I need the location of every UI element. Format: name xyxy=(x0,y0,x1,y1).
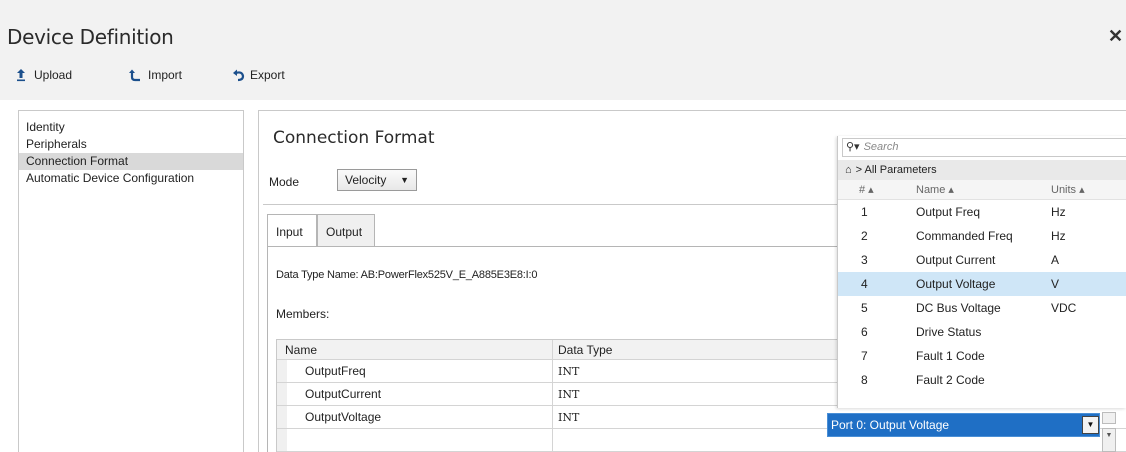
param-name: Commanded Freq xyxy=(916,229,1013,243)
param-number: 1 xyxy=(861,205,868,219)
param-name: Output Freq xyxy=(916,205,981,219)
home-icon[interactable]: ⌂ xyxy=(845,164,852,176)
param-units: A xyxy=(1051,253,1060,267)
param-number: 2 xyxy=(861,229,868,243)
list-item[interactable]: 5 DC Bus Voltage VDC xyxy=(838,296,1126,320)
param-name: Drive Status xyxy=(916,325,982,339)
member-name: OutputFreq xyxy=(277,360,553,382)
sidebar-nav: Identity Peripherals Connection Format A… xyxy=(18,110,244,452)
member-type: INT xyxy=(558,388,580,401)
data-type-name: Data Type Name: AB:PowerFlex525V_E_A885E… xyxy=(276,269,538,281)
import-icon xyxy=(128,68,142,82)
list-item-selected[interactable]: 4 Output Voltage V xyxy=(838,272,1126,296)
sidebar-item-peripherals[interactable]: Peripherals xyxy=(19,136,243,153)
port-select-input[interactable]: Port 0: Output Voltage xyxy=(827,413,1100,437)
title-bar: Device Definition ✕ Upload Import Export xyxy=(0,0,1126,100)
param-name: DC Bus Voltage xyxy=(916,301,1001,315)
sidebar-item-automatic-device-configuration[interactable]: Automatic Device Configuration xyxy=(19,170,243,187)
search-icon: ⚲▾ xyxy=(846,141,860,153)
close-icon[interactable]: ✕ xyxy=(1108,26,1123,47)
list-item[interactable]: 3 Output Current A xyxy=(838,248,1126,272)
upload-label: Upload xyxy=(34,68,73,82)
search-placeholder: Search xyxy=(863,141,899,153)
import-button[interactable]: Import xyxy=(128,68,182,82)
mode-value: Velocity xyxy=(345,173,387,187)
sidebar-item-connection-format[interactable]: Connection Format xyxy=(19,153,243,170)
param-units: Hz xyxy=(1051,229,1066,243)
member-name: OutputVoltage xyxy=(277,406,553,428)
scroll-down-icon[interactable]: ▼ xyxy=(1102,428,1116,452)
search-input[interactable]: ⚲▾ Search xyxy=(842,138,1126,157)
chevron-down-icon[interactable]: ▼ xyxy=(1082,416,1099,434)
upload-icon xyxy=(14,68,28,82)
param-units: V xyxy=(1051,277,1060,291)
list-item[interactable]: 6 Drive Status xyxy=(838,320,1126,344)
param-units: Hz xyxy=(1051,205,1066,219)
parameter-picker-popup: ⚲▾ Search ⌂ > All Parameters # ▴ Name ▴ Un… xyxy=(837,136,1126,408)
list-item[interactable]: 8 Fault 2 Code xyxy=(838,368,1126,392)
param-name: Fault 2 Code xyxy=(916,373,985,387)
upload-button[interactable]: Upload xyxy=(14,68,72,82)
param-number: 7 xyxy=(861,349,868,363)
members-label: Members: xyxy=(276,307,330,321)
column-header-number[interactable]: # ▴ xyxy=(859,180,874,200)
sidebar-item-identity[interactable]: Identity xyxy=(19,119,243,136)
member-type: INT xyxy=(558,365,580,378)
export-button[interactable]: Export xyxy=(232,68,285,82)
param-table-header: # ▴ Name ▴ Units ▴ xyxy=(838,180,1126,200)
param-units: VDC xyxy=(1051,301,1077,315)
member-name: OutputCurrent xyxy=(277,383,553,405)
member-name xyxy=(277,429,553,451)
export-label: Export xyxy=(250,68,285,82)
member-type: INT xyxy=(558,411,580,424)
scrollbar-thumb[interactable] xyxy=(1102,412,1116,424)
param-number: 3 xyxy=(861,253,868,267)
breadcrumb: ⌂ > All Parameters xyxy=(838,160,1126,180)
column-header-units[interactable]: Units ▴ xyxy=(1051,180,1085,200)
list-item[interactable]: 1 Output Freq Hz xyxy=(838,200,1126,224)
param-number: 6 xyxy=(861,325,868,339)
column-header-data-type[interactable]: Data Type xyxy=(554,340,612,359)
column-header-name[interactable]: Name ▴ xyxy=(916,180,954,200)
tab-input[interactable]: Input xyxy=(267,214,317,247)
member-type xyxy=(554,429,558,451)
param-name: Output Current xyxy=(916,253,996,267)
export-icon xyxy=(232,68,246,82)
import-label: Import xyxy=(148,68,183,82)
window-title: Device Definition xyxy=(7,25,174,49)
param-name: Output Voltage xyxy=(916,277,996,291)
list-item[interactable]: 7 Fault 1 Code xyxy=(838,344,1126,368)
mode-label: Mode xyxy=(269,175,300,189)
mode-select[interactable]: Velocity ▼ xyxy=(337,169,417,191)
chevron-down-icon: ▼ xyxy=(400,175,409,185)
param-number: 5 xyxy=(861,301,868,315)
param-number: 4 xyxy=(861,277,868,291)
tab-output[interactable]: Output xyxy=(317,214,375,247)
section-title: Connection Format xyxy=(273,128,435,148)
list-item[interactable]: 2 Commanded Freq Hz xyxy=(838,224,1126,248)
param-number: 8 xyxy=(861,373,868,387)
breadcrumb-label[interactable]: > All Parameters xyxy=(856,164,937,176)
column-header-name[interactable]: Name xyxy=(277,340,553,359)
param-name: Fault 1 Code xyxy=(916,349,985,363)
